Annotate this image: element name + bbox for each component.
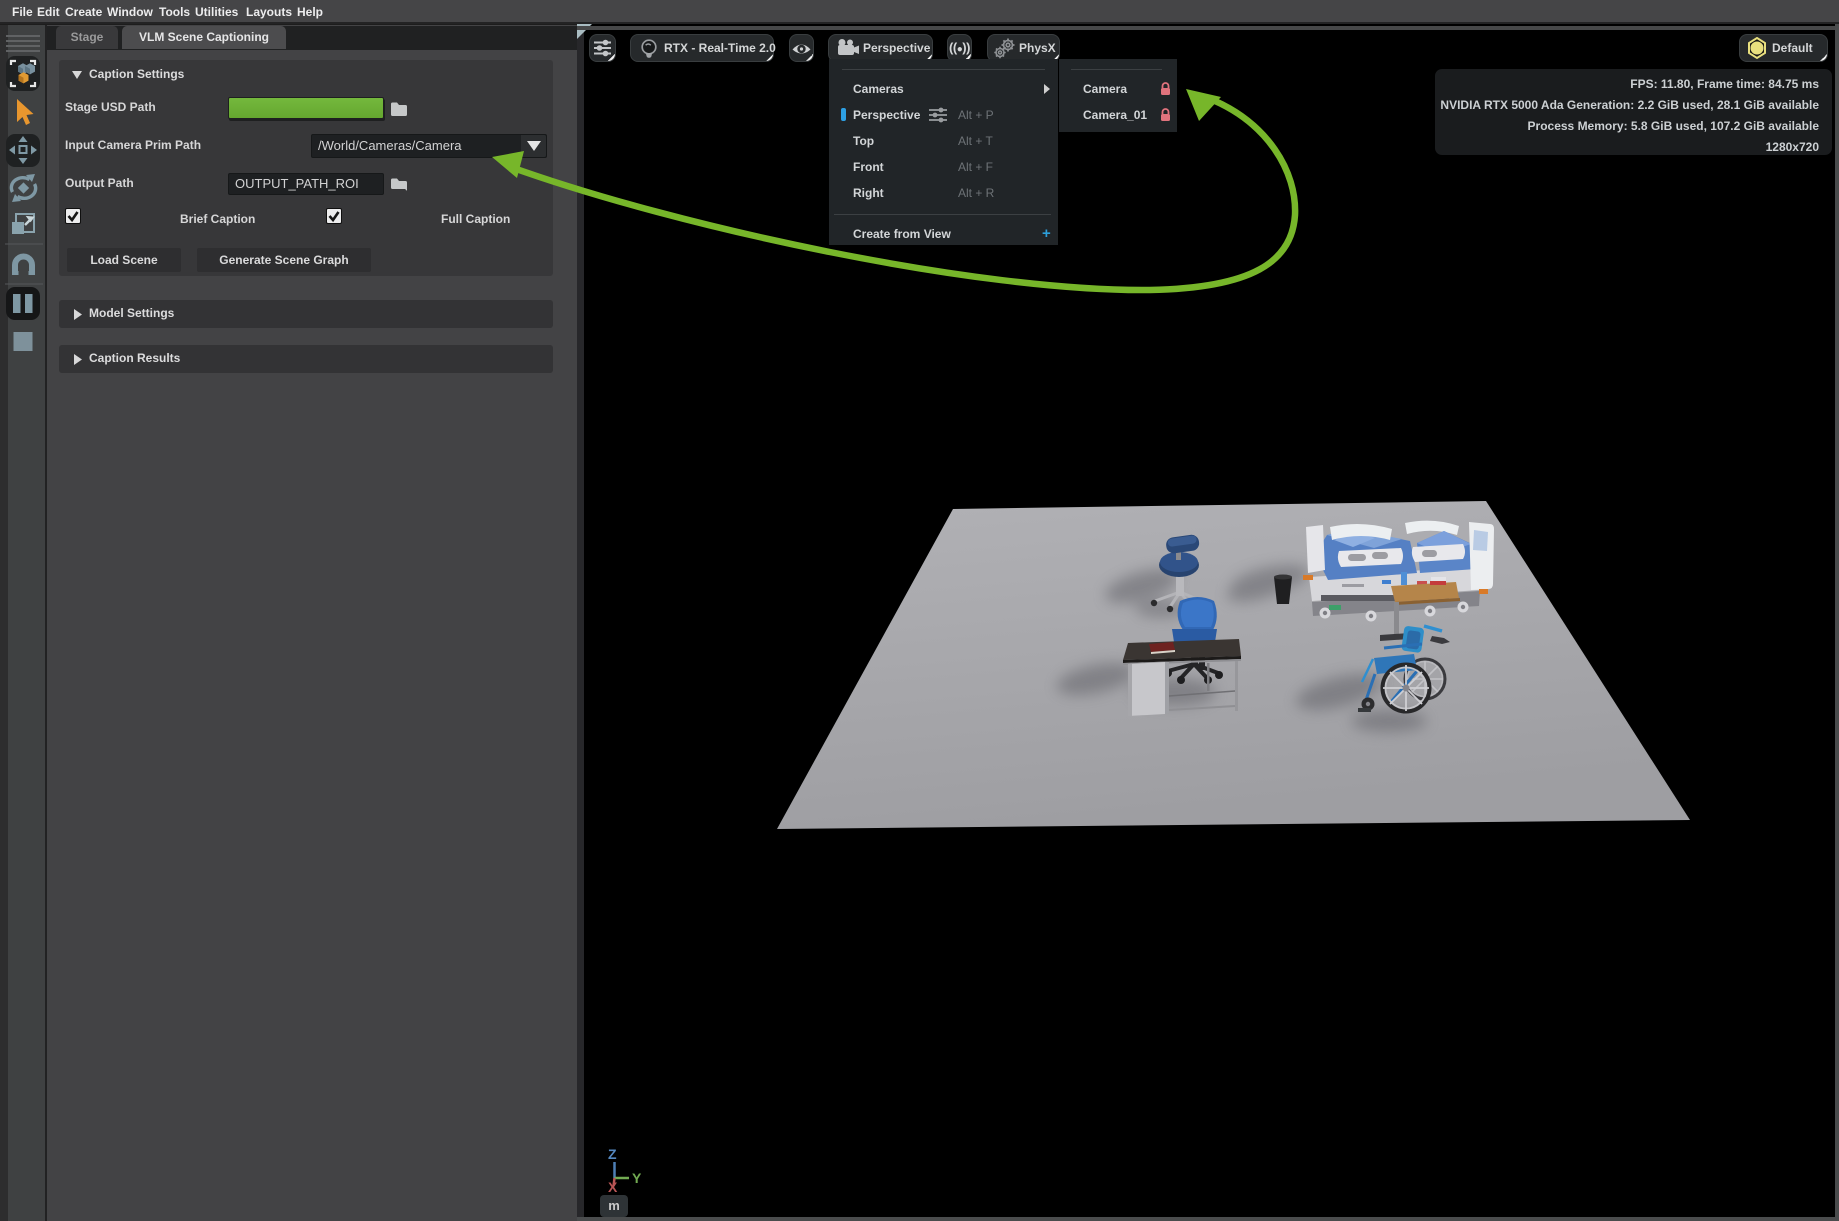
svg-text:X: X bbox=[608, 1179, 618, 1195]
svg-text:Y: Y bbox=[632, 1170, 642, 1186]
svg-text:Z: Z bbox=[608, 1146, 617, 1162]
